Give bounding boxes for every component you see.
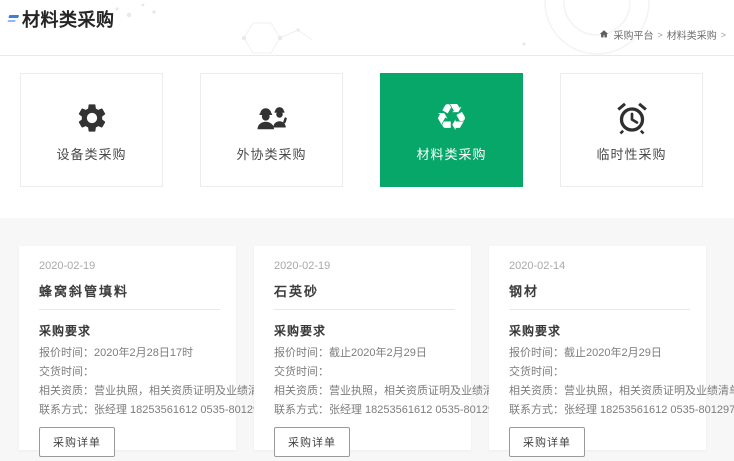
- delivery-time-line: 交货时间：: [39, 363, 220, 382]
- divider: [39, 309, 220, 310]
- workers-icon: [252, 98, 292, 138]
- category-card-materials[interactable]: ♻ 材料类采购: [380, 73, 523, 187]
- category-tabs: 设备类采购 外协类采购 ♻: [0, 56, 734, 218]
- contact-line: 联系方式：张经理 18253561612 0535-8012972: [274, 401, 455, 420]
- gear-icon: [75, 98, 109, 138]
- divider: [509, 309, 690, 310]
- page-header: 材料类采购 采购平台 > 材料类采购 >: [0, 0, 734, 56]
- listing-title: 钢材: [509, 281, 690, 300]
- listing-title: 石英砂: [274, 281, 455, 300]
- delivery-time-line: 交货时间：: [274, 363, 455, 382]
- page: 材料类采购 采购平台 > 材料类采购 > 设备类采购: [0, 0, 734, 461]
- category-label: 设备类采购: [56, 144, 126, 163]
- contact-line: 联系方式：张经理 18253561612 0535-8012972: [509, 401, 690, 420]
- category-card-outsourcing[interactable]: 外协类采购: [200, 73, 343, 187]
- qualifications-line: 相关资质：营业执照，相关资质证明及业绩清单等: [509, 382, 690, 401]
- listing-date: 2020-02-19: [39, 260, 220, 272]
- breadcrumb-item-current[interactable]: 材料类采购: [667, 27, 717, 42]
- category-card-temporary[interactable]: 临时性采购: [560, 73, 703, 187]
- breadcrumb-separator: >: [657, 30, 662, 40]
- breadcrumb-separator: >: [721, 30, 726, 40]
- qualifications-line: 相关资质：营业执照，相关资质证明及业绩清单等: [274, 382, 455, 401]
- purchase-detail-button[interactable]: 采购详单: [274, 427, 350, 457]
- quote-deadline-line: 报价时间：2020年2月28日17时: [39, 344, 220, 363]
- category-label: 材料类采购: [416, 144, 486, 163]
- listing-card: 2020-02-19 石英砂 采购要求 报价时间：截止2020年2月29日 交货…: [254, 246, 471, 450]
- requirements-heading: 采购要求: [509, 322, 690, 339]
- category-card-equipment[interactable]: 设备类采购: [20, 73, 163, 187]
- listing-card: 2020-02-14 钢材 采购要求 报价时间：截止2020年2月29日 交货时…: [489, 246, 706, 450]
- purchase-detail-button[interactable]: 采购详单: [39, 427, 115, 457]
- quote-deadline-line: 报价时间：截止2020年2月29日: [274, 344, 455, 363]
- listing-card: 2020-02-19 蜂窝斜管填料 采购要求 报价时间：2020年2月28日17…: [19, 246, 236, 450]
- requirements-heading: 采购要求: [39, 322, 220, 339]
- delivery-time-line: 交货时间：: [509, 363, 690, 382]
- listing-date: 2020-02-14: [509, 260, 690, 272]
- contact-line: 联系方式：张经理 18253561612 0535-8012972: [39, 401, 220, 420]
- list-lines-icon: [7, 15, 19, 24]
- title-row: 材料类采购: [8, 6, 115, 32]
- page-title: 材料类采购: [22, 6, 115, 32]
- listing-date: 2020-02-19: [274, 260, 455, 272]
- category-label: 临时性采购: [596, 144, 666, 163]
- divider: [274, 309, 455, 310]
- purchase-detail-button[interactable]: 采购详单: [509, 427, 585, 457]
- listing-title: 蜂窝斜管填料: [39, 281, 220, 300]
- alarm-clock-icon: [614, 98, 650, 138]
- qualifications-line: 相关资质：营业执照，相关资质证明及业绩清单等: [39, 382, 220, 401]
- breadcrumb: 采购平台 > 材料类采购 >: [599, 27, 726, 42]
- breadcrumb-item-platform[interactable]: 采购平台: [613, 27, 653, 42]
- recycle-icon: ♻: [435, 98, 468, 138]
- category-label: 外协类采购: [236, 144, 306, 163]
- quote-deadline-line: 报价时间：截止2020年2月29日: [509, 344, 690, 363]
- home-icon: [599, 29, 609, 39]
- procurement-listings: 2020-02-19 蜂窝斜管填料 采购要求 报价时间：2020年2月28日17…: [0, 218, 734, 461]
- requirements-heading: 采购要求: [274, 322, 455, 339]
